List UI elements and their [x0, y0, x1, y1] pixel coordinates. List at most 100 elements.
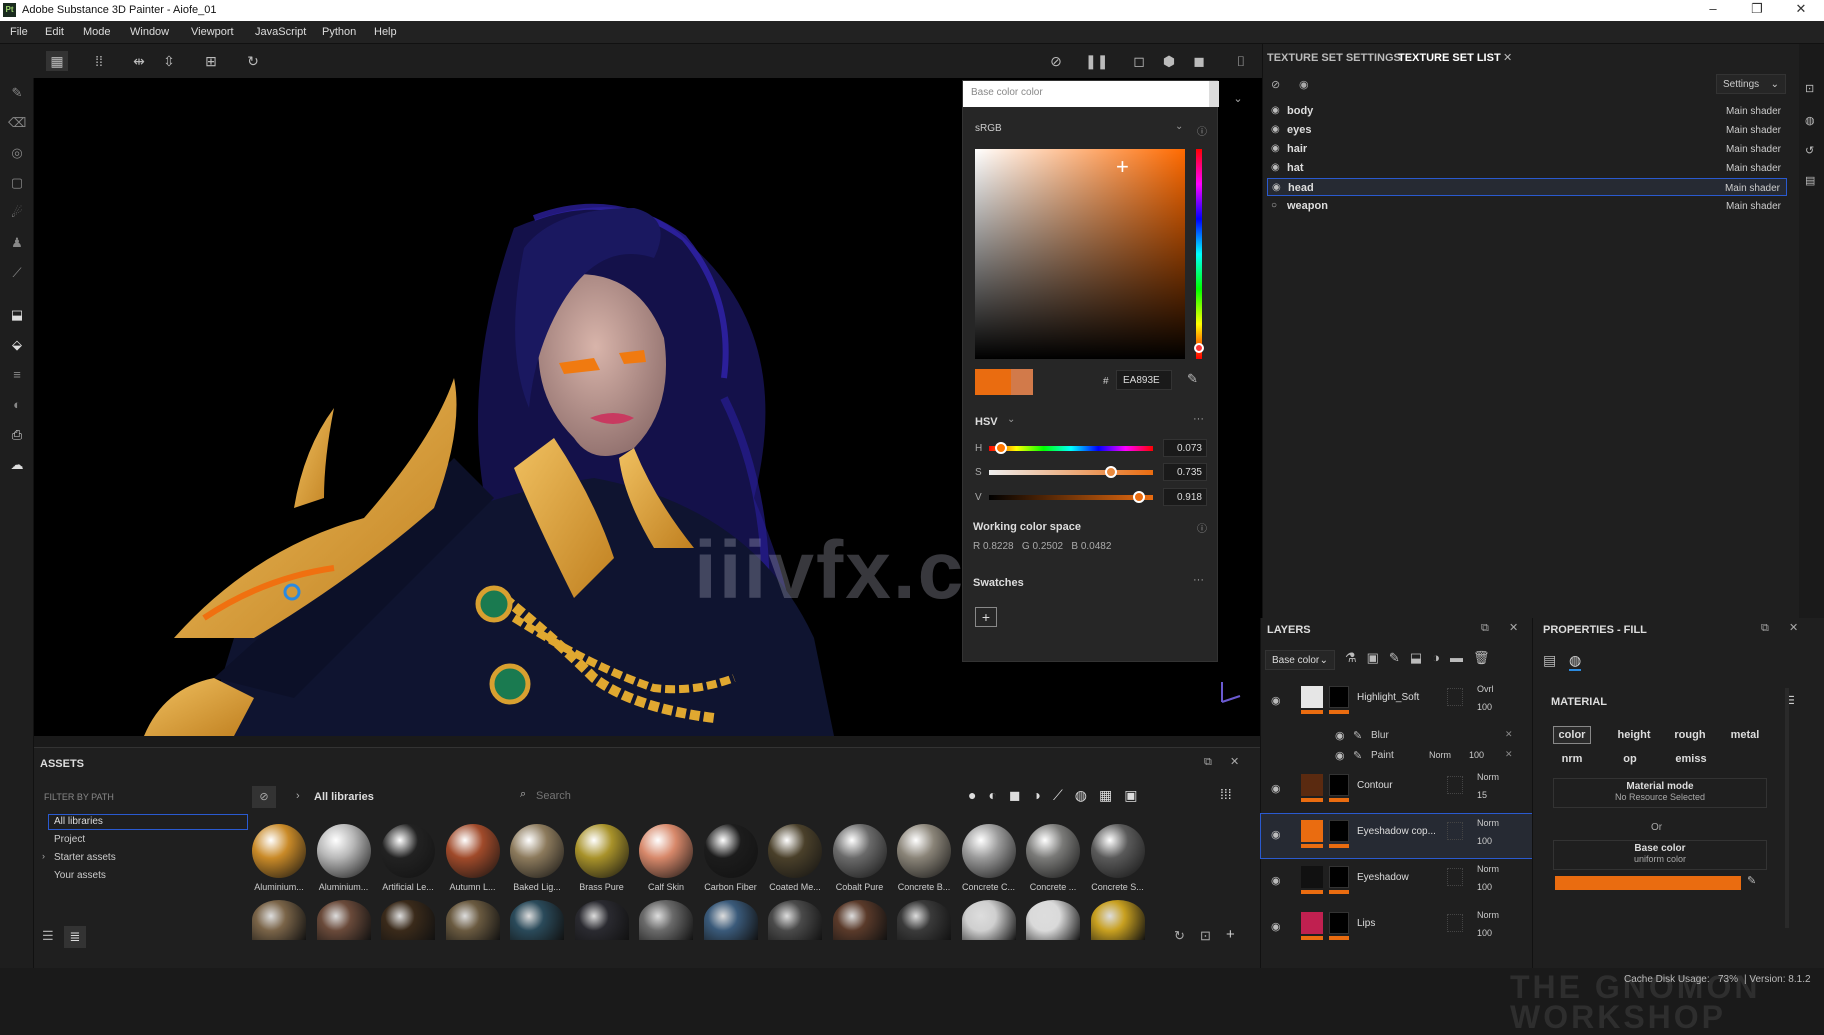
eye-icon[interactable]: ◉ [1271, 105, 1280, 116]
material-thumb[interactable] [510, 824, 564, 878]
texture-set-row-weapon[interactable]: ○ weapon Main shader [1267, 197, 1787, 215]
refresh-icon[interactable]: ↻ [1174, 928, 1185, 944]
material-thumb[interactable] [252, 824, 306, 878]
dock-log-icon[interactable]: ▤ [1805, 174, 1815, 187]
layer-opacity[interactable]: 100 [1469, 750, 1484, 760]
layer-row[interactable]: ◉ Eyeshadow Norm 100 [1261, 860, 1533, 904]
menu-edit[interactable]: Edit [45, 26, 64, 38]
material-thumb[interactable] [574, 900, 629, 940]
eraser-icon[interactable]: ⌫ [8, 114, 26, 132]
material-thumb[interactable] [768, 824, 822, 878]
channel-op-button[interactable]: op [1611, 750, 1649, 768]
picker-header-handle[interactable] [1209, 81, 1219, 107]
shader-name[interactable]: Main shader [1726, 163, 1781, 174]
layer-blend[interactable]: Ovrl [1477, 684, 1494, 694]
layer-opacity[interactable]: 100 [1477, 836, 1492, 846]
dock-viewer-icon[interactable]: ⊡ [1805, 82, 1814, 95]
layer-mask-slot[interactable] [1447, 776, 1463, 794]
menu-help[interactable]: Help [374, 26, 397, 38]
remove-effect-icon[interactable]: ✕ [1505, 729, 1513, 740]
pause-icon[interactable]: ❚❚ [1085, 51, 1108, 71]
eye-closed-icon[interactable]: ○ [1271, 200, 1277, 211]
layer-opacity[interactable]: 100 [1477, 882, 1492, 892]
base-color-swatch[interactable] [1555, 876, 1741, 890]
h-slider[interactable] [989, 446, 1153, 451]
menu-viewport[interactable]: Viewport [191, 26, 234, 38]
picker-icon[interactable]: ⟋ [8, 264, 26, 282]
restore-icon[interactable]: ❐ [1740, 1, 1774, 17]
material-thumb[interactable] [703, 900, 758, 940]
list-view-icon[interactable]: ☰ [42, 928, 62, 948]
eye-icon[interactable]: ◉ [1271, 124, 1280, 135]
texture-set-row-eyes[interactable]: ◉ eyes Main shader [1267, 121, 1787, 139]
add-swatch-button[interactable]: + [975, 607, 997, 627]
add-asset-icon[interactable]: + [1226, 926, 1235, 943]
material-thumb[interactable] [1090, 824, 1145, 878]
h-value[interactable]: 0.073 [1163, 439, 1207, 457]
material-thumb[interactable] [381, 824, 435, 878]
texture-set-row-body[interactable]: ◉ body Main shader [1267, 102, 1787, 120]
menu-file[interactable]: File [10, 26, 28, 38]
material-thumb[interactable] [316, 824, 371, 878]
eye-icon[interactable]: ◉ [1271, 694, 1281, 707]
layer-mask-slot[interactable] [1447, 822, 1463, 840]
asset-type-filters[interactable]: ●◐◼◑⟋◍▦▣ [968, 787, 1149, 804]
grid-view-icon[interactable]: ⁞⁞⁞ [1220, 786, 1232, 802]
layer-mask-slot[interactable] [1447, 688, 1463, 706]
undock-icon[interactable]: ⧉ [1204, 756, 1212, 769]
screenshot-icon[interactable]: ⌷ [1230, 51, 1252, 71]
channel-select[interactable]: Base color ⌄ [1265, 650, 1335, 670]
brush-icon[interactable]: ✎ [8, 84, 26, 102]
layer-blend[interactable]: Norm [1477, 864, 1499, 874]
menu-window[interactable]: Window [130, 26, 169, 38]
dock-history-icon[interactable]: ↺ [1805, 144, 1814, 157]
hex-input[interactable]: EA893E [1116, 370, 1172, 390]
chevron-down-icon[interactable]: ⌄ [1175, 121, 1183, 132]
material-thumb[interactable] [1090, 900, 1145, 940]
filter-toggle-icon[interactable]: ⊘ [252, 786, 276, 808]
eye-icon[interactable]: ◉ [1271, 828, 1281, 841]
texture-set-row-head[interactable]: ◉ head Main shader [1267, 178, 1787, 196]
show-all-icon[interactable]: ◉ [1299, 78, 1309, 91]
symmetry-icon[interactable]: ⇹ [128, 51, 150, 71]
hue-bar[interactable] [1196, 149, 1202, 359]
eye-icon[interactable]: ◉ [1271, 920, 1281, 933]
eye-icon[interactable]: ◉ [1271, 162, 1280, 173]
material-thumb[interactable] [574, 824, 629, 878]
layer-mask-thumb[interactable] [1329, 912, 1349, 934]
material-thumb[interactable] [897, 824, 951, 878]
new-library-icon[interactable]: ⊡ [1200, 928, 1211, 944]
breadcrumb[interactable]: All libraries [314, 791, 374, 803]
material-thumb[interactable] [252, 900, 306, 940]
layer-blend[interactable]: Norm [1477, 772, 1499, 782]
layer-toolbar-icons[interactable]: ⚗▣✎⬓◑▬🗑 [1345, 650, 1499, 666]
layer-opacity[interactable]: 100 [1477, 928, 1492, 938]
colorspace-select[interactable]: sRGB [975, 123, 1002, 134]
layer-mask-thumb[interactable] [1329, 774, 1349, 796]
layer-row[interactable]: ◉ Lips Norm 100 [1261, 906, 1533, 950]
mode-chevron-icon[interactable]: ⌄ [1007, 414, 1015, 425]
layer-mask-slot[interactable] [1447, 914, 1463, 932]
view-3d-icon[interactable]: ⬢ [1158, 51, 1180, 71]
bake-icon[interactable]: ◐ [8, 396, 26, 414]
material-thumb[interactable] [768, 900, 822, 940]
channel-metal-button[interactable]: metal [1723, 726, 1767, 744]
s-slider-handle[interactable] [1105, 466, 1117, 478]
mirror-icon[interactable]: ⇳ [158, 51, 180, 71]
color-mode-select[interactable]: HSV [975, 416, 998, 428]
previous-color-swatch[interactable] [1011, 369, 1033, 395]
close-tab-icon[interactable]: ✕ [1503, 51, 1512, 64]
material-thumb[interactable] [832, 900, 887, 940]
close-assets-icon[interactable]: ✕ [1230, 755, 1239, 768]
material-thumb[interactable] [897, 900, 951, 940]
material-thumb[interactable] [961, 900, 1016, 940]
grid-select-icon[interactable]: ▦ [46, 51, 68, 71]
clone-icon[interactable]: ♟ [8, 234, 26, 252]
more-options-icon[interactable]: ··· [1193, 413, 1204, 425]
hide-icon[interactable]: ⊘ [1045, 51, 1067, 71]
tree-all-libraries[interactable]: All libraries [48, 814, 248, 830]
s-slider[interactable] [989, 470, 1153, 475]
projection-icon[interactable]: ◎ [8, 144, 26, 162]
picker-collapse-icon[interactable]: ⌄ [1227, 92, 1249, 110]
info-icon[interactable]: ⓘ [1197, 123, 1207, 138]
